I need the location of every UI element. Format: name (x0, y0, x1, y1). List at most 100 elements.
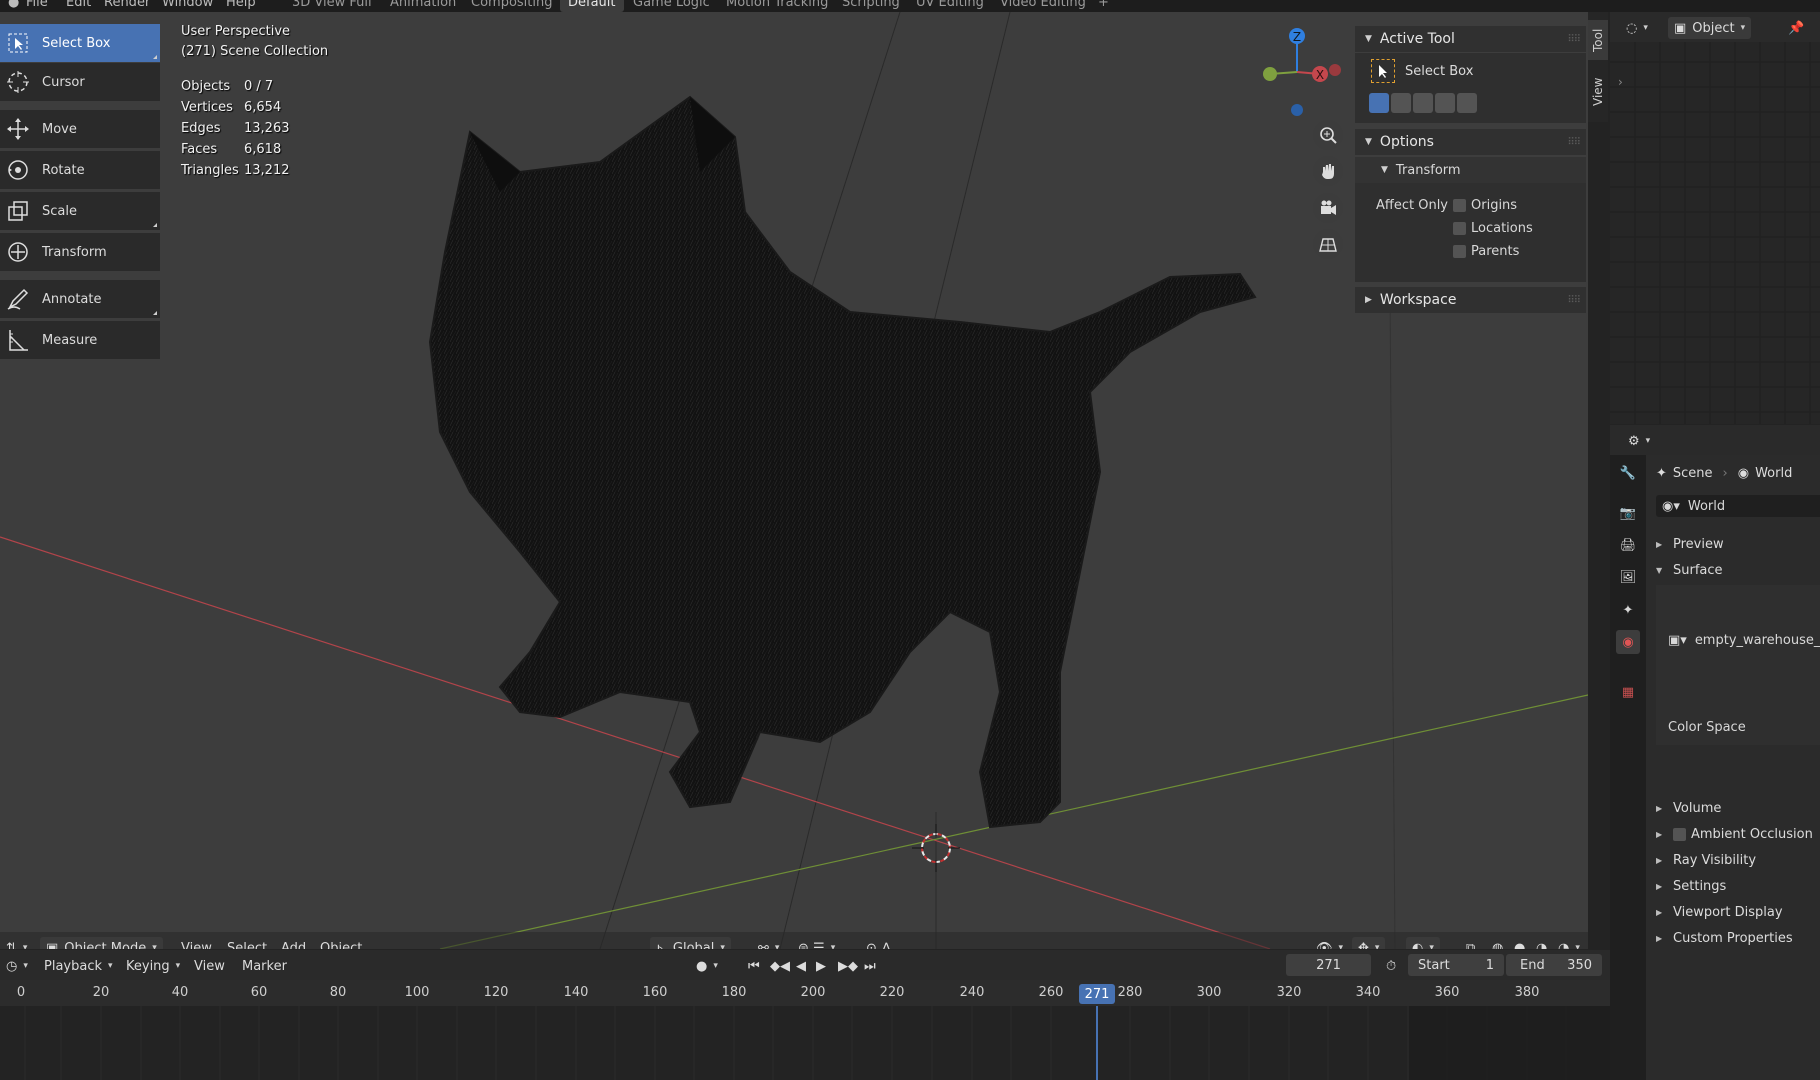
section-viewport-display[interactable]: ▶ Viewport Display (1656, 905, 1783, 920)
stopwatch-icon[interactable]: ⏱ (1380, 955, 1402, 977)
timeline-ruler[interactable]: 0 20 40 60 80 100 120 140 160 180 200 22… (0, 980, 1610, 1006)
sidebar-tab-view[interactable]: View (1588, 67, 1608, 117)
perspective-grid-icon[interactable] (1313, 229, 1343, 259)
editor-type-icon[interactable]: ⚙ ▾ (1622, 430, 1656, 452)
texture-tab-icon[interactable]: ▦ (1616, 680, 1640, 704)
workspace-tab-animation[interactable]: Animation (382, 0, 464, 12)
menu-edit[interactable]: Edit (66, 0, 91, 10)
tool-annotate[interactable]: Annotate (0, 280, 160, 318)
gizmo-toggle-icon[interactable]: ✥ ▾ (1352, 937, 1386, 949)
section-settings[interactable]: ▶ Settings (1656, 879, 1726, 894)
workspace-tab-compositing[interactable]: Compositing (463, 0, 561, 12)
drag-grip-icon[interactable]: ⠿⠿ (1567, 137, 1581, 148)
menu-render[interactable]: Render (104, 0, 150, 10)
workspace-tab-game-logic[interactable]: Game Logic (625, 0, 718, 12)
mode-new-icon[interactable] (1369, 93, 1389, 113)
playhead-frame-badge[interactable]: 271 (1079, 984, 1115, 1004)
checkbox-origins[interactable]: Origins (1453, 198, 1517, 213)
world-tab-icon[interactable]: ◉ (1616, 630, 1640, 654)
navigation-gizmo[interactable]: Z X (1263, 28, 1341, 116)
ambient-occlusion-checkbox[interactable] (1673, 828, 1686, 841)
zoom-icon[interactable] (1313, 120, 1343, 150)
pin-icon[interactable]: 📌 (1782, 17, 1810, 39)
play-reverse-icon[interactable]: ◀ (790, 955, 812, 977)
workspace-tab-3d-view-full[interactable]: 3D View Full (284, 0, 380, 12)
jump-start-icon[interactable]: ⏮ (742, 955, 766, 977)
mode-subtract-icon[interactable] (1413, 93, 1433, 113)
mode-extend-icon[interactable] (1391, 93, 1411, 113)
active-tool-header[interactable]: ▼ Active Tool ⠿⠿ (1355, 26, 1586, 52)
drag-grip-icon[interactable]: ⠿⠿ (1567, 34, 1581, 45)
shading-wireframe-icon[interactable]: ◍ (1486, 937, 1509, 950)
section-custom-properties[interactable]: ▶ Custom Properties (1656, 931, 1793, 946)
mode-intersect-icon[interactable] (1457, 93, 1477, 113)
workspace-tab-default[interactable]: Default (560, 0, 624, 12)
view-layer-tab-icon[interactable]: 🖼 (1616, 565, 1640, 589)
pivot-point-icon[interactable]: ⚯ ▾ (752, 937, 785, 950)
menu-add[interactable]: Add (275, 937, 312, 950)
section-preview[interactable]: ▶ Preview (1656, 537, 1724, 552)
render-tab-icon[interactable]: 📷 (1616, 501, 1640, 525)
environment-texture-field[interactable]: ▣▾ empty_warehouse_01 (1656, 629, 1820, 651)
section-volume[interactable]: ▶ Volume (1656, 801, 1721, 816)
world-datablock-field[interactable]: ◉▾ World (1656, 495, 1820, 517)
workspace-header[interactable]: ▶ Workspace ⠿⠿ (1355, 287, 1586, 313)
drag-grip-icon[interactable]: ⠿⠿ (1567, 295, 1581, 306)
proportional-editing-icon[interactable]: ⊙ ⋀ (860, 937, 898, 950)
tool-rotate[interactable]: Rotate (0, 151, 160, 189)
play-icon[interactable]: ▶ (810, 955, 832, 977)
scene-tab-icon[interactable]: ✦ (1616, 598, 1640, 622)
menu-window[interactable]: Window (162, 0, 213, 10)
pan-hand-icon[interactable] (1313, 156, 1343, 186)
menu-playback[interactable]: Playback ▾ (38, 955, 119, 977)
snap-icon[interactable]: ⊜ ☰ ▾ (792, 937, 841, 950)
editor-type-icon[interactable]: ◷ ▾ (0, 955, 34, 977)
visibility-icon[interactable]: 👁 ▾ (1310, 937, 1349, 950)
tool-scale[interactable]: Scale (0, 192, 160, 230)
camera-view-icon[interactable] (1313, 193, 1343, 223)
current-frame-field[interactable]: 271 (1286, 954, 1371, 976)
workspace-tab-video-editing[interactable]: Video Editing (992, 0, 1094, 12)
checkbox-parents[interactable]: Parents (1453, 244, 1519, 259)
shading-solid-icon[interactable]: ● (1508, 937, 1531, 950)
menu-object[interactable]: Object (314, 937, 368, 950)
end-frame-field[interactable]: End 350 (1506, 954, 1602, 976)
section-ambient-occlusion[interactable]: ▶ Ambient Occlusion (1656, 827, 1813, 842)
tool-transform[interactable]: Transform (0, 233, 160, 271)
menu-view[interactable]: View (188, 955, 231, 977)
add-workspace-icon[interactable]: + (1090, 0, 1117, 12)
checkbox-locations[interactable]: Locations (1453, 221, 1533, 236)
timeline-track-area[interactable] (0, 1006, 1610, 1080)
tool-move[interactable]: Move (0, 110, 160, 148)
shading-rendered-icon[interactable]: ◔ ▾ (1552, 937, 1586, 950)
mode-invert-icon[interactable] (1435, 93, 1455, 113)
start-frame-field[interactable]: Start 1 (1408, 954, 1504, 976)
blender-logo-icon[interactable]: ● (8, 0, 19, 10)
menu-view[interactable]: View (175, 937, 218, 950)
tool-measure[interactable]: Measure (0, 321, 160, 359)
menu-help[interactable]: Help (226, 0, 256, 10)
outliner-display-mode-select[interactable]: ▣ Object ▾ (1668, 17, 1752, 39)
section-surface[interactable]: ▼ Surface (1656, 563, 1723, 578)
record-icon[interactable]: ● ▾ (690, 955, 724, 977)
shading-material-icon[interactable]: ◑ (1530, 937, 1553, 950)
menu-marker[interactable]: Marker (236, 955, 293, 977)
editor-type-icon[interactable]: ⇅ ▾ (0, 937, 33, 950)
3d-viewport[interactable]: Z X Select Box Cursor Move Rotate Scale … (0, 12, 1588, 949)
editor-type-icon[interactable]: ◌ ▾ (1620, 17, 1654, 39)
workspace-tab-uv-editing[interactable]: UV Editing (908, 0, 992, 12)
cat-model[interactable] (428, 95, 1257, 829)
menu-file[interactable]: File (26, 0, 48, 10)
transform-subpanel-header[interactable]: ▼ Transform (1355, 157, 1586, 183)
sidebar-tab-tool[interactable]: Tool (1588, 20, 1608, 60)
output-tab-icon[interactable]: 🖨 (1616, 533, 1640, 557)
mode-select[interactable]: ▣ Object Mode ▾ (40, 937, 163, 949)
workspace-tab-scripting[interactable]: Scripting (834, 0, 908, 12)
tool-tab-icon[interactable]: 🔧 (1616, 461, 1640, 485)
jump-end-icon[interactable]: ⏭ (858, 955, 882, 977)
section-ray-visibility[interactable]: ▶ Ray Visibility (1656, 853, 1756, 868)
options-header[interactable]: ▼ Options ⠿⠿ (1355, 129, 1586, 155)
overlays-toggle-icon[interactable]: ◐ ▾ (1406, 937, 1440, 949)
workspace-tab-motion-tracking[interactable]: Motion Tracking (718, 0, 836, 12)
menu-select[interactable]: Select (221, 937, 273, 950)
